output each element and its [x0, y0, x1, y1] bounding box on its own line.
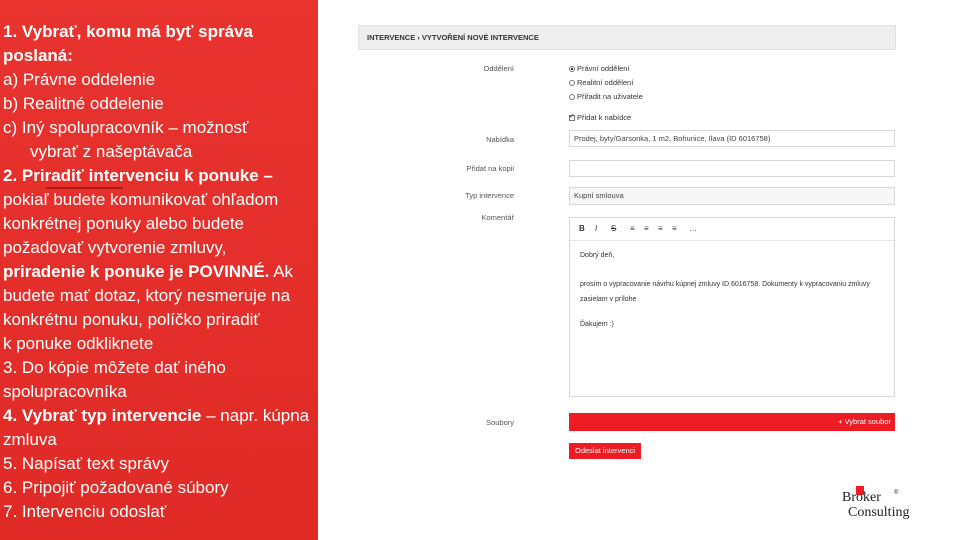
outdent-icon[interactable]: ≡ [658, 224, 663, 233]
instruction-line: pokiaľ budete komunikovať ohľadom [3, 190, 279, 209]
indent-icon[interactable]: ≡ [672, 224, 677, 233]
instruction-line: b) Realitné oddelenie [3, 94, 164, 113]
instruction-line: 3. Do kópie môžete dať iného [3, 358, 226, 377]
comment-line: Dobrý deň, [580, 252, 615, 259]
instruction-line: vybrať z našeptávača [30, 142, 193, 161]
instruction-line: požadovať vytvorenie zmluvy, [3, 238, 227, 257]
comment-line: prosím o vypracovanie návrhu kúpnej zmlu… [580, 281, 870, 288]
instruction-line: budete mať dotaz, ktorý nesmeruje na [3, 286, 291, 305]
instruction-line: konkrétnej ponuky alebo budete [3, 214, 245, 233]
radio-realitni[interactable]: Realitní oddělení [569, 78, 633, 87]
radio-uzivatel[interactable]: Přiřadit na uživatele [569, 92, 643, 101]
logo-word-broker: Broker [842, 490, 881, 505]
typ-select[interactable]: Kupní smlouva [569, 187, 895, 205]
instruction-line: 2. Priradiť intervenciu k ponuke – [3, 166, 273, 185]
instruction-line: 7. Intervenciu odoslať [3, 502, 167, 521]
instruction-line: c) Iný spolupracovník – možnosť [3, 118, 249, 137]
comment-line: Ďakujem :) [580, 321, 614, 328]
comment-line: zasielam v prílohe [580, 296, 637, 303]
instruction-line: poslaná: [3, 46, 73, 65]
radio-pravni[interactable]: Právní oddělení [569, 64, 630, 73]
instruction-panel: 1. Vybrať, komu má byť správa poslaná: a… [0, 0, 318, 540]
checkbox-checked-icon [569, 112, 575, 121]
instruction-line: 5. Napísať text správy [3, 454, 170, 473]
send-intervention-button[interactable]: Odeslat intervenci [569, 443, 642, 459]
more-icon[interactable]: … [689, 224, 697, 233]
radio-icon [569, 80, 575, 86]
breadcrumb: INTERVENCE › VYTVOŘENÍ NOVÉ INTERVENCE [358, 25, 896, 50]
strike-button[interactable]: S [611, 224, 616, 233]
instruction-line: a) Právne oddelenie [3, 70, 156, 89]
label-soubory: Soubory [486, 418, 514, 427]
nabidka-input[interactable]: Prodej, byty/Garsonka, 1 m2, Bohunice, I… [569, 130, 895, 147]
label-typ: Typ intervence [465, 191, 514, 200]
logo-word-consulting: Consulting [848, 505, 909, 520]
broker-consulting-logo: Broker ® Consulting [842, 486, 909, 520]
label-komentar: Komentář [481, 213, 514, 222]
radio-icon [569, 94, 575, 100]
instruction-line: 6. Pripojiť požadované súbory [3, 478, 229, 497]
editor-toolbar: B I S ≡ ≡ ≡ ≡ … [570, 218, 894, 241]
instruction-line: priradenie k ponuke je POVINNÉ. Ak [3, 262, 294, 281]
numbered-list-icon[interactable]: ≡ [644, 224, 649, 233]
kopie-input[interactable] [569, 160, 895, 177]
comment-editor[interactable]: B I S ≡ ≡ ≡ ≡ … Dobrý deň, prosím o vypr… [569, 217, 895, 397]
label-oddeleni: Oddělení [483, 64, 514, 73]
instruction-line: k ponuke odkliknete [3, 334, 154, 353]
instruction-line: konkrétnu ponuku, políčko priradiť [3, 310, 260, 329]
bullet-list-icon[interactable]: ≡ [630, 224, 635, 233]
instruction-line: zmluva [3, 430, 57, 449]
instruction-line: spolupracovníka [3, 382, 127, 401]
upload-label: + Vybrat soubor [838, 417, 891, 426]
intervention-form: INTERVENCE › VYTVOŘENÍ NOVÉ INTERVENCE O… [358, 25, 896, 465]
upload-file-button[interactable]: + Vybrat soubor [569, 413, 895, 431]
italic-button[interactable]: I [595, 224, 597, 233]
checkbox-pridat-k-nabidce[interactable]: Přidat k nabídce [569, 112, 631, 122]
label-nabidka: Nabídka [486, 135, 514, 144]
instruction-line: 1. Vybrať, komu má byť správa [3, 22, 253, 41]
bold-button[interactable]: B [579, 224, 585, 233]
instruction-line: 4. Vybrať typ intervencie – napr. kúpna [3, 406, 310, 425]
radio-selected-icon [569, 66, 575, 72]
logo-mark: ® [894, 489, 899, 496]
label-kopie: Přidat na kopii [466, 164, 514, 173]
